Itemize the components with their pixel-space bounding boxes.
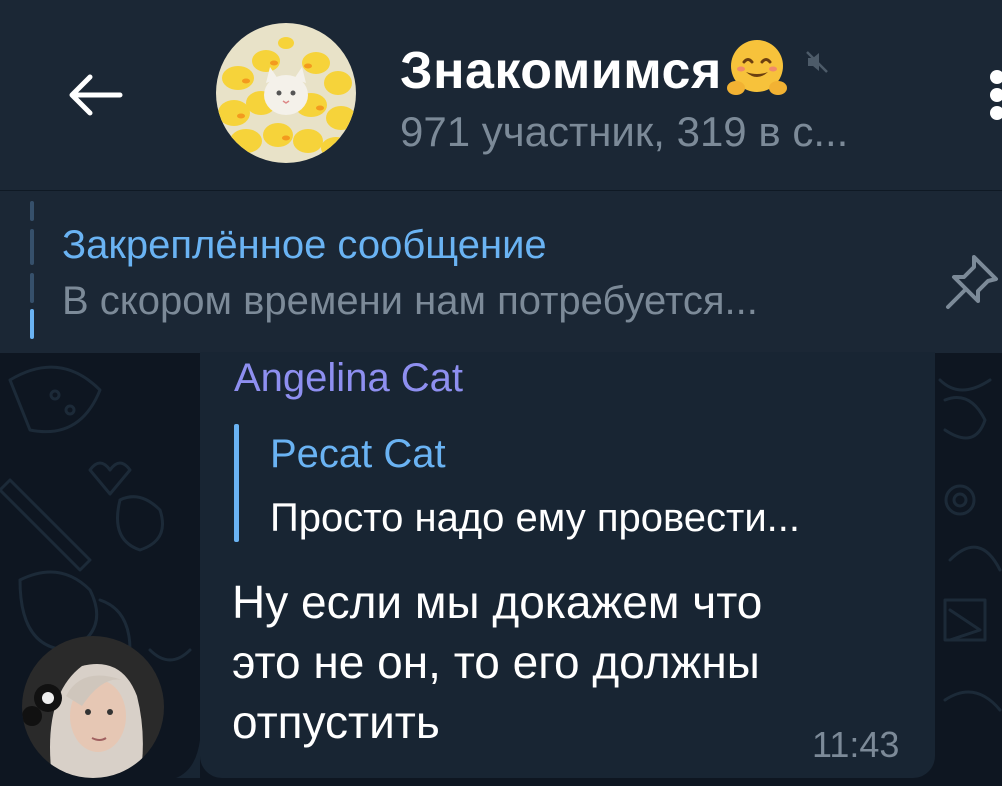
message-time: 11:43 [812,724,900,765]
pin-indicator [30,201,36,343]
chat-title: Знакомимся [400,42,722,100]
reply-author-name[interactable]: Pecat Cat [270,432,446,477]
pin-indicator-segment [30,201,34,221]
pin-indicator-segment [30,273,34,303]
vertical-dots-icon-dot [990,106,1002,120]
pinned-text: В скором времени нам потребуется... [62,279,758,323]
hugging-face-emoji-icon [724,36,790,107]
vertical-dots-icon-dot [990,88,1002,102]
sender-avatar[interactable] [22,636,164,778]
pinned-message-bar[interactable]: Закреплённое сообщение В скором времени … [0,190,1002,353]
chat-header: Знакомимся 971 участник, 319 в с... [0,0,1002,190]
chat-avatar[interactable] [216,23,356,163]
ducks-avatar-image [216,23,356,163]
pinned-title: Закреплённое сообщение [62,223,547,267]
muted-speaker-icon [804,49,830,80]
pin-indicator-segment-active [30,309,34,339]
vertical-dots-icon [990,70,1002,84]
message-sender-name[interactable]: Angelina Cat [234,356,463,401]
pin-indicator-segment [30,229,34,265]
pin-icon[interactable] [944,251,1002,311]
arrow-left-icon [69,74,123,116]
reply-quote-bar [234,424,239,542]
girl-avatar-image [22,636,164,778]
back-button[interactable] [58,62,130,128]
message-text: Ну если мы докажем что это не он, то его… [232,576,763,748]
reply-preview-text[interactable]: Просто надо ему провести... [270,496,910,541]
chat-subtitle: 971 участник, 319 в с... [400,108,849,155]
chat-title-row[interactable]: Знакомимся [400,36,830,106]
menu-button[interactable] [970,60,1002,130]
